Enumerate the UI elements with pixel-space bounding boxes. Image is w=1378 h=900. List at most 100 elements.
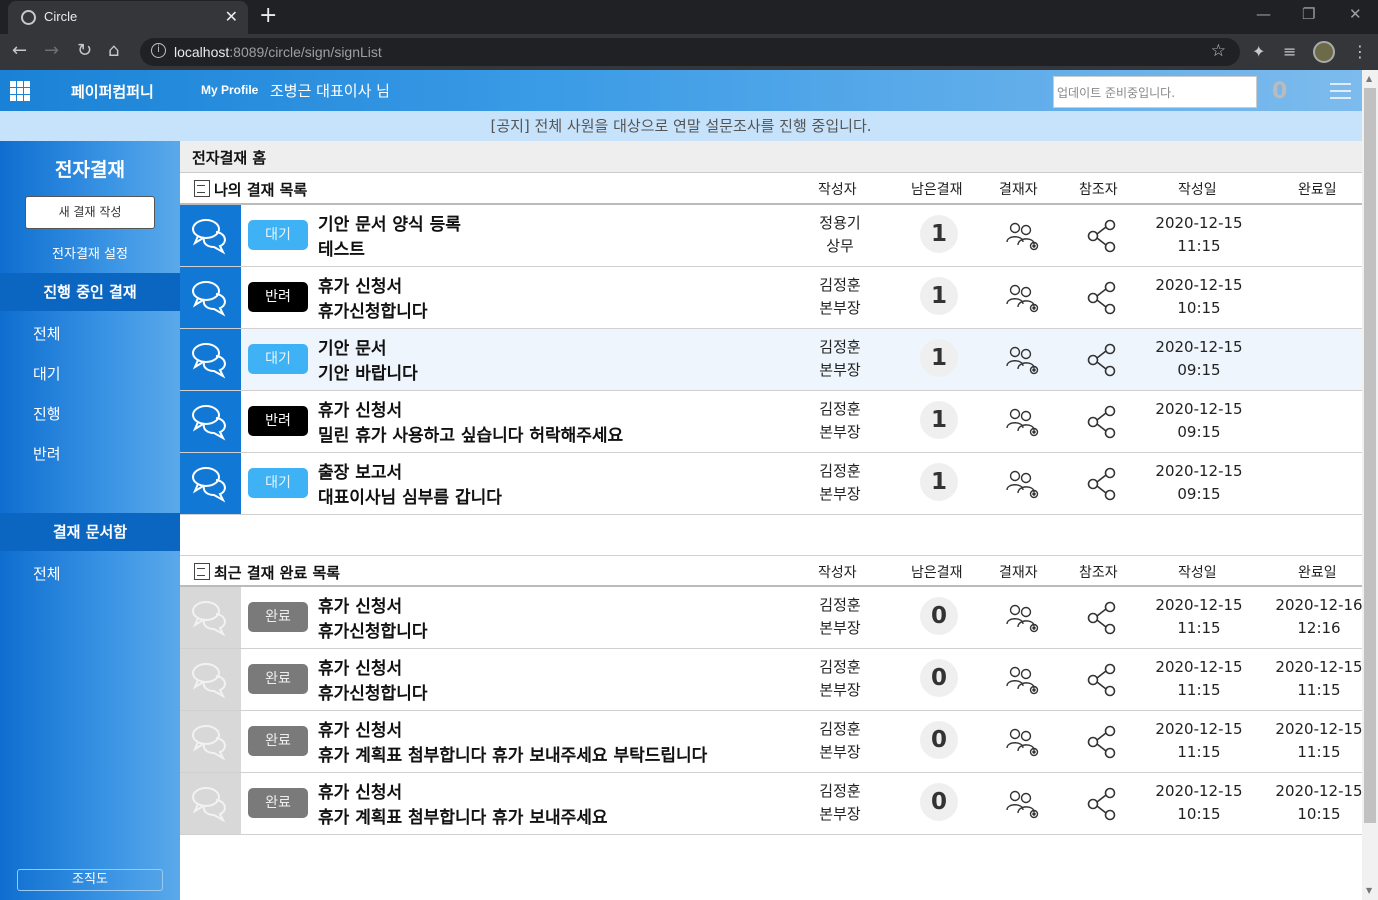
window-close-icon[interactable]: ✕	[1349, 5, 1362, 23]
company-name[interactable]: 페이퍼컴퍼니	[71, 81, 154, 102]
user-name: 조병근 대표이사 님	[270, 82, 390, 100]
comment-button[interactable]	[180, 329, 241, 390]
menu-kebab-icon[interactable]: ⋮	[1352, 42, 1368, 61]
table-row[interactable]: 완료 휴가 신청서 휴가신청합니다 김정훈 본부장 0 2020-12-15 11:15 202…	[180, 587, 1363, 649]
created-time: 10:15	[1177, 805, 1221, 823]
extensions-icon[interactable]: ✦	[1252, 42, 1265, 61]
bookmark-star-icon[interactable]: ☆	[1211, 41, 1226, 61]
doc-subject[interactable]: 휴가신청합니다	[318, 297, 427, 322]
doc-subject[interactable]: 테스트	[318, 235, 365, 260]
author-rank: 본부장	[819, 361, 861, 379]
doc-title[interactable]: 휴가 신청서	[318, 778, 402, 803]
close-tab-icon[interactable]: ✕	[225, 7, 238, 26]
approval-settings-link[interactable]: 전자결재 설정	[0, 243, 180, 262]
approvers-icon[interactable]	[1006, 787, 1040, 821]
share-icon[interactable]	[1086, 281, 1120, 315]
doc-title[interactable]: 휴가 신청서	[318, 272, 402, 297]
new-approval-button[interactable]: 새 결재 작성	[25, 196, 155, 229]
media-icon[interactable]: ≡	[1283, 42, 1296, 61]
table-row[interactable]: 대기 기안 문서 기안 바랍니다 김정훈 본부장 1 2020-12-15 09:15	[180, 329, 1362, 391]
share-icon[interactable]	[1086, 467, 1120, 501]
table-row[interactable]: 대기 기안 문서 양식 등록 테스트 정용기 상무 1 2020-12-15 11:15	[180, 205, 1362, 267]
doc-title[interactable]: 기안 문서	[318, 334, 386, 359]
doc-title[interactable]: 기안 문서 양식 등록	[318, 210, 461, 235]
approvers-icon[interactable]	[1006, 281, 1040, 315]
comment-button[interactable]	[180, 649, 241, 710]
approvers-icon[interactable]	[1006, 725, 1040, 759]
share-icon[interactable]	[1086, 601, 1120, 635]
approvers-icon[interactable]	[1006, 467, 1040, 501]
my-profile-link[interactable]: My Profile	[201, 83, 258, 97]
profile-avatar[interactable]	[1313, 41, 1335, 63]
table-row[interactable]: 대기 출장 보고서 대표이사님 심부름 갑니다 김정훈 본부장 1 2020-12-15 09…	[180, 453, 1362, 515]
site-info-icon[interactable]: i	[151, 43, 166, 58]
comment-button[interactable]	[180, 391, 241, 452]
comment-button[interactable]	[180, 773, 241, 834]
doc-title[interactable]: 휴가 신청서	[318, 396, 402, 421]
author-name: 김정훈	[819, 400, 861, 418]
table-row[interactable]: 완료 휴가 신청서 휴가 계획표 첨부합니다 휴가 보내주세요 김정훈 본부장 0 2020…	[180, 773, 1363, 835]
home-icon[interactable]: ⌂	[108, 40, 119, 61]
apps-grid-icon[interactable]	[10, 81, 30, 101]
page-scrollbar[interactable]: ▲ ▼	[1362, 70, 1378, 900]
comment-button[interactable]	[180, 267, 241, 328]
doc-subject[interactable]: 밀린 휴가 사용하고 싶습니다 허락해주세요	[318, 421, 623, 446]
org-chart-button[interactable]: 조직도	[17, 869, 163, 891]
restore-icon[interactable]: ❐	[1302, 5, 1315, 23]
doc-subject[interactable]: 대표이사님 심부름 갑니다	[318, 483, 502, 508]
approvers-icon[interactable]	[1006, 405, 1040, 439]
forward-icon[interactable]: →	[44, 40, 59, 61]
approvers-icon[interactable]	[1006, 219, 1040, 253]
scroll-down-icon[interactable]: ▼	[1366, 886, 1372, 895]
hamburger-menu-icon[interactable]	[1330, 83, 1351, 104]
approvers-icon[interactable]	[1006, 663, 1040, 697]
scroll-thumb[interactable]	[1364, 88, 1376, 823]
reload-icon[interactable]: ↻	[77, 40, 92, 61]
address-bar[interactable]: i localhost:8089/circle/sign/signList ☆	[140, 38, 1240, 66]
sidebar-item-docs-all[interactable]: 전체	[33, 563, 61, 584]
created-date: 2020-12-15 11:15	[1144, 594, 1254, 640]
comment-button[interactable]	[180, 453, 241, 514]
sidebar-item-waiting[interactable]: 대기	[33, 363, 61, 384]
approvers-icon[interactable]	[1006, 343, 1040, 377]
status-badge: 대기	[248, 468, 308, 498]
notification-count[interactable]: 0	[1272, 79, 1287, 104]
new-tab-icon[interactable]: +	[259, 3, 277, 28]
table-row[interactable]: 완료 휴가 신청서 휴가신청합니다 김정훈 본부장 0 2020-12-15 11:15 202…	[180, 649, 1363, 711]
share-icon[interactable]	[1086, 343, 1120, 377]
created-time: 11:15	[1177, 619, 1221, 637]
sidebar-item-all[interactable]: 전체	[33, 323, 61, 344]
table-row[interactable]: 완료 휴가 신청서 휴가 계획표 첨부합니다 휴가 보내주세요 부탁드립니다 김정훈 본…	[180, 711, 1363, 773]
doc-title[interactable]: 휴가 신청서	[318, 716, 402, 741]
share-icon[interactable]	[1086, 219, 1120, 253]
doc-subject[interactable]: 휴가 계획표 첨부합니다 휴가 보내주세요 부탁드립니다	[318, 741, 707, 766]
share-icon[interactable]	[1086, 787, 1120, 821]
comment-button[interactable]	[180, 711, 241, 772]
share-icon[interactable]	[1086, 725, 1120, 759]
doc-title[interactable]: 출장 보고서	[318, 458, 402, 483]
search-input[interactable]: 업데이트 준비중입니다.	[1053, 76, 1257, 108]
minimize-icon[interactable]: —	[1256, 5, 1271, 23]
sidebar-item-progress[interactable]: 진행	[33, 403, 61, 424]
done-list-title: 최근 결재 완료 목록	[194, 562, 340, 583]
doc-title[interactable]: 휴가 신청서	[318, 592, 402, 617]
scroll-up-icon[interactable]: ▲	[1366, 74, 1372, 83]
back-icon[interactable]: ←	[12, 40, 27, 61]
doc-subject[interactable]: 휴가신청합니다	[318, 617, 427, 642]
doc-subject[interactable]: 기안 바랍니다	[318, 359, 418, 384]
comment-button[interactable]	[180, 587, 241, 648]
sidebar-item-rejected[interactable]: 반려	[33, 443, 61, 464]
share-icon[interactable]	[1086, 405, 1120, 439]
doc-subject[interactable]: 휴가신청합니다	[318, 679, 427, 704]
share-icon[interactable]	[1086, 663, 1120, 697]
browser-tab[interactable]: Circle ✕	[8, 1, 248, 34]
approvers-icon[interactable]	[1006, 601, 1040, 635]
comment-button[interactable]	[180, 205, 241, 266]
chat-bubble-icon	[190, 215, 230, 255]
doc-title[interactable]: 휴가 신청서	[318, 654, 402, 679]
table-row[interactable]: 반려 휴가 신청서 휴가신청합니다 김정훈 본부장 1 2020-12-15 10:15	[180, 267, 1362, 329]
doc-subject[interactable]: 휴가 계획표 첨부합니다 휴가 보내주세요	[318, 803, 608, 828]
created-date: 2020-12-15 10:15	[1144, 274, 1254, 320]
table-row[interactable]: 반려 휴가 신청서 밀린 휴가 사용하고 싶습니다 허락해주세요 김정훈 본부장 1 202…	[180, 391, 1362, 453]
created-day: 2020-12-15	[1155, 596, 1243, 614]
